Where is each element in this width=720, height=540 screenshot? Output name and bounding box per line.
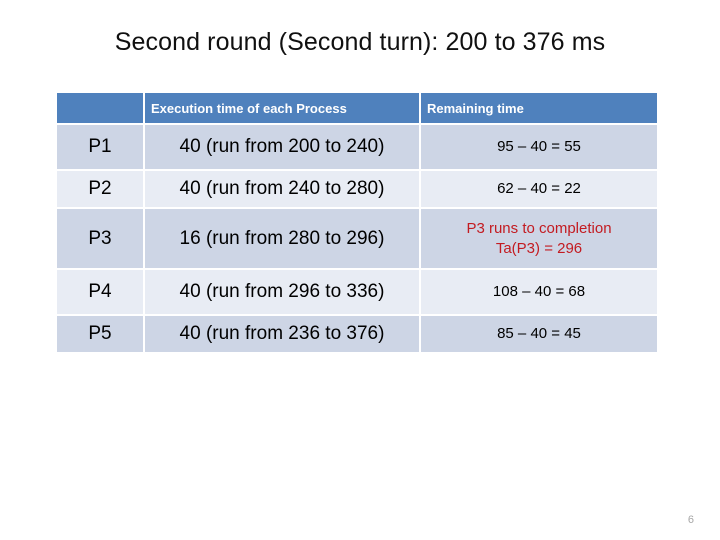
cell-remaining-time: 62 – 40 = 22 <box>421 171 657 207</box>
column-header-execution-time: Execution time of each Process <box>145 93 419 123</box>
table-row: P2 40 (run from 240 to 280) 62 – 40 = 22 <box>57 171 657 207</box>
cell-remaining-time: 108 – 40 = 68 <box>421 270 657 314</box>
cell-remaining-time: 85 – 40 = 45 <box>421 316 657 352</box>
column-header-remaining-time: Remaining time <box>421 93 657 123</box>
table-row: P5 40 (run from 236 to 376) 85 – 40 = 45 <box>57 316 657 352</box>
cell-execution-time: 40 (run from 236 to 376) <box>145 316 419 352</box>
cell-execution-time: 40 (run from 296 to 336) <box>145 270 419 314</box>
cell-remaining-time: 95 – 40 = 55 <box>421 125 657 169</box>
cell-execution-time: 40 (run from 240 to 280) <box>145 171 419 207</box>
remaining-time-line-1: 108 – 40 = 68 <box>492 282 586 300</box>
cell-process-id: P4 <box>57 270 143 314</box>
table-header-row: Execution time of each Process Remaining… <box>57 93 657 123</box>
cell-remaining-time-highlight: P3 runs to completion Ta(P3) = 296 <box>421 209 657 268</box>
remaining-time-line-2: Ta(P3) = 296 <box>495 239 583 257</box>
table-header: Execution time of each Process Remaining… <box>57 93 657 123</box>
cell-process-id: P1 <box>57 125 143 169</box>
remaining-time-line-1: 95 – 40 = 55 <box>497 137 581 155</box>
table-row: P1 40 (run from 200 to 240) 95 – 40 = 55 <box>57 125 657 169</box>
remaining-time-line-1: 85 – 40 = 45 <box>497 324 581 342</box>
cell-process-id: P3 <box>57 209 143 268</box>
cell-process-id: P5 <box>57 316 143 352</box>
table-body: P1 40 (run from 200 to 240) 95 – 40 = 55… <box>57 125 657 352</box>
table-row: P4 40 (run from 296 to 336) 108 – 40 = 6… <box>57 270 657 314</box>
cell-execution-time: 16 (run from 280 to 296) <box>145 209 419 268</box>
page-title: Second round (Second turn): 200 to 376 m… <box>114 28 606 56</box>
cell-process-id: P2 <box>57 171 143 207</box>
process-schedule-table-container: Execution time of each Process Remaining… <box>57 93 657 352</box>
slide-canvas: Second round (Second turn): 200 to 376 m… <box>0 0 720 540</box>
process-schedule-table: Execution time of each Process Remaining… <box>55 91 659 354</box>
remaining-time-line-1: P3 runs to completion <box>466 220 612 237</box>
cell-execution-time: 40 (run from 200 to 240) <box>145 125 419 169</box>
column-header-process <box>57 93 143 123</box>
table-row: P3 16 (run from 280 to 296) P3 runs to c… <box>57 209 657 268</box>
page-number: 6 <box>687 514 694 526</box>
remaining-time-line-1: 62 – 40 = 22 <box>497 179 581 197</box>
